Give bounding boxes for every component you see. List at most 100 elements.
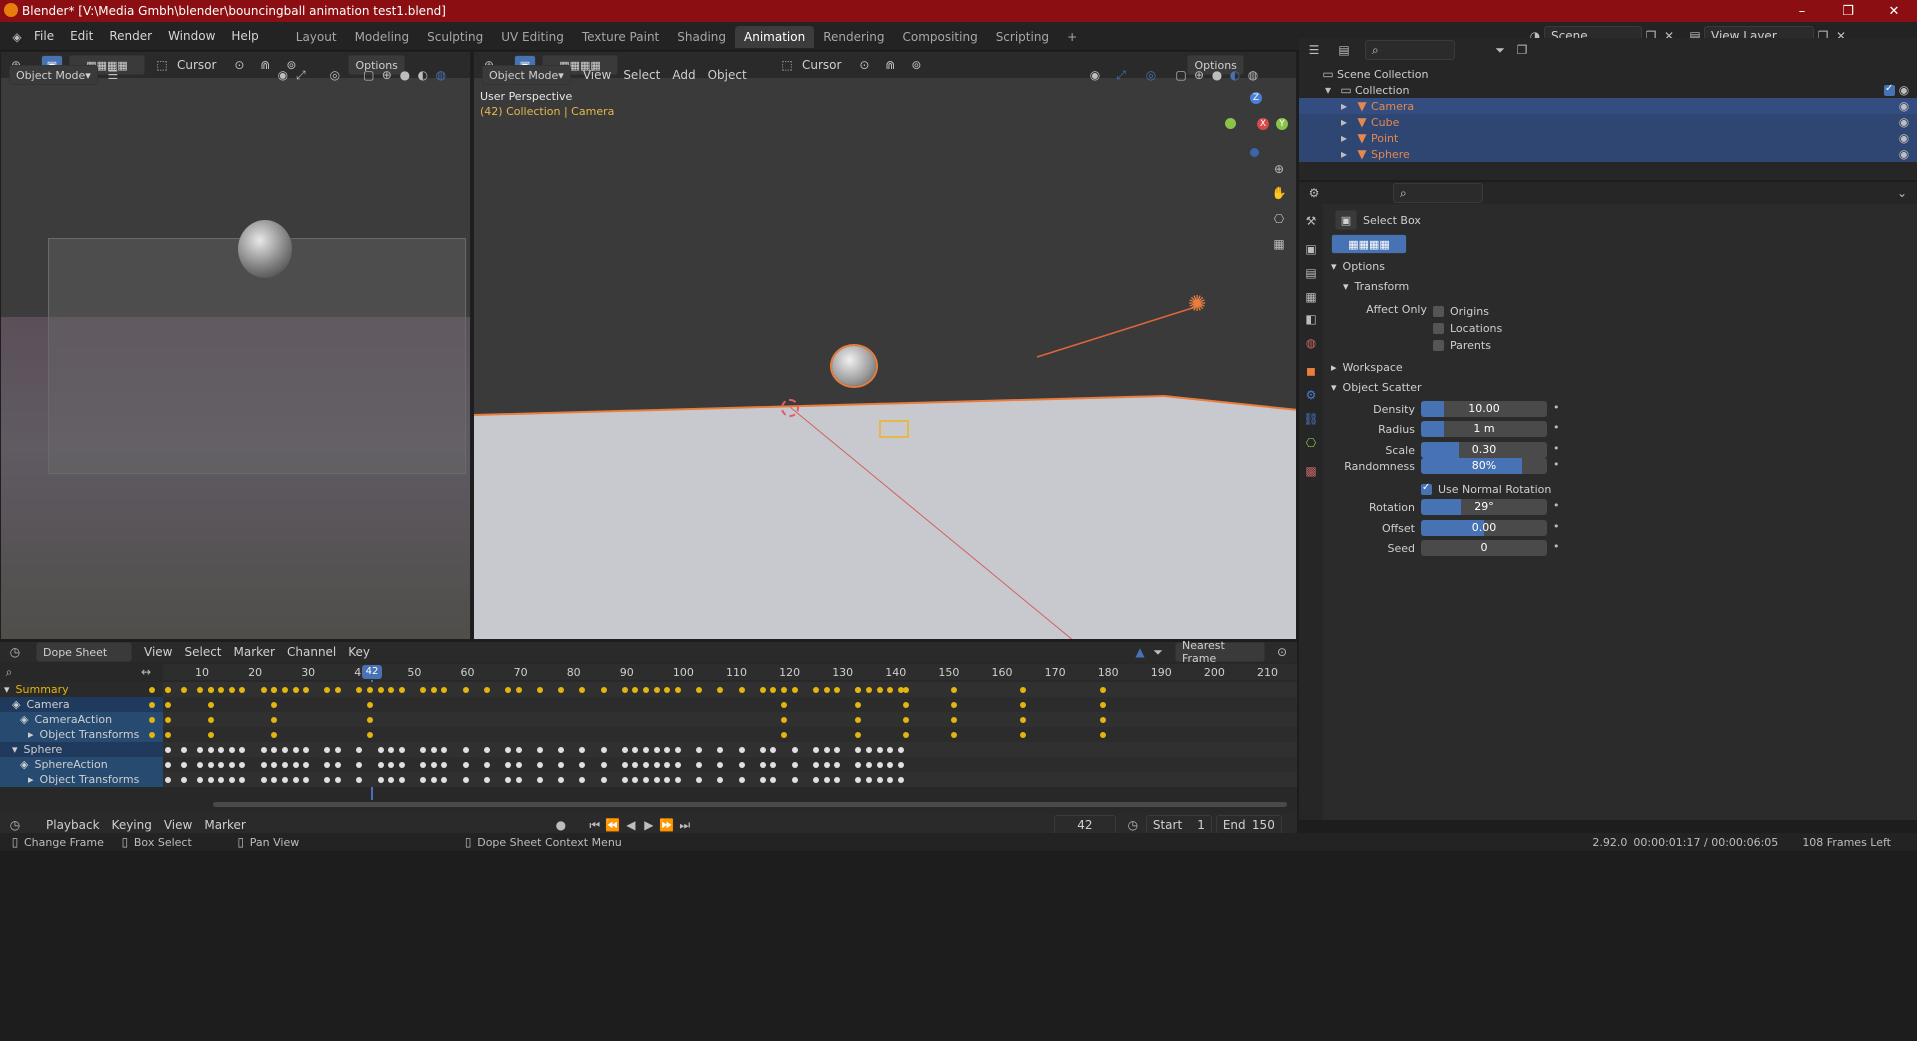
keyframe-marker[interactable] <box>398 777 405 783</box>
tab-animation[interactable]: Animation <box>735 26 815 48</box>
transform-panel-header[interactable]: ▾ Transform <box>1343 280 1409 293</box>
render-tab-icon[interactable]: ▣ <box>1302 240 1320 258</box>
keyframe-marker[interactable] <box>398 762 405 768</box>
keyframe-marker[interactable] <box>643 777 650 783</box>
light-object[interactable]: ✺ <box>1188 292 1206 317</box>
keyframe-marker[interactable] <box>812 687 819 693</box>
keyframe-marker[interactable] <box>643 747 650 753</box>
keyframe-marker[interactable] <box>759 777 766 783</box>
ds-channel-object-transforms[interactable]: ▸ Object Transforms <box>0 772 163 787</box>
keyframe-marker[interactable] <box>866 777 873 783</box>
outliner-item-camera[interactable]: ▸ ▼ Camera ◉ <box>1299 98 1917 114</box>
affect-parents-checkbox[interactable] <box>1433 339 1444 351</box>
material-shading-icon[interactable]: ◐ <box>414 66 432 84</box>
modifier-tab-icon[interactable]: ⚙ <box>1302 386 1320 404</box>
keyframe-dot-icon[interactable]: • <box>1553 421 1560 434</box>
keyframe-marker[interactable] <box>897 762 904 768</box>
wire-shading-icon[interactable]: ⊕ <box>378 66 396 84</box>
jump-end-icon[interactable]: ⏭ <box>676 816 694 834</box>
keyframe-marker[interactable] <box>621 777 628 783</box>
keyframe-marker[interactable] <box>207 717 214 723</box>
keyframe-marker[interactable] <box>515 762 522 768</box>
keyframe-marker[interactable] <box>197 777 203 783</box>
ds-filter-icon[interactable]: ⏷ <box>1149 643 1167 661</box>
keyframe-marker[interactable] <box>420 762 427 768</box>
keyframe-marker[interactable] <box>1020 702 1027 708</box>
keyframe-marker[interactable] <box>462 747 469 753</box>
keyframe-marker[interactable] <box>866 762 873 768</box>
tool-mode-icons[interactable]: ▦▦▦▦ <box>1331 234 1407 254</box>
tab--[interactable]: + <box>1058 26 1086 48</box>
play-back-icon[interactable]: ◀ <box>622 816 640 834</box>
keyframe-marker[interactable] <box>643 687 650 693</box>
affect-parents-row[interactable]: Parents <box>1433 337 1502 353</box>
keyframe-dot-icon[interactable]: • <box>1553 442 1560 455</box>
menu-edit[interactable]: Edit <box>62 22 101 51</box>
keyframe-marker[interactable] <box>335 777 342 783</box>
keyframe-marker[interactable] <box>377 777 384 783</box>
ds-track[interactable] <box>163 772 1297 787</box>
keyframe-marker[interactable] <box>515 687 522 693</box>
keyframe-marker[interactable] <box>600 687 607 693</box>
keyframe-marker[interactable] <box>621 762 628 768</box>
tl-menu-playback[interactable]: Playback <box>40 818 106 832</box>
keyframe-marker[interactable] <box>366 732 373 738</box>
menu-render[interactable]: Render <box>101 22 160 51</box>
ds-channel-sphereaction[interactable]: ◈ SphereAction <box>0 757 163 772</box>
tab-sculpting[interactable]: Sculpting <box>418 26 492 48</box>
ds-channel-sphere[interactable]: ▾ Sphere <box>0 742 163 757</box>
keyframe-marker[interactable] <box>366 702 373 708</box>
keyframe-marker[interactable] <box>504 777 511 783</box>
ds-menu-select[interactable]: Select <box>178 645 227 659</box>
ds-proportional-icon[interactable]: ⊙ <box>1273 643 1291 661</box>
ortho-toggle-icon[interactable]: ▦ <box>1270 235 1288 253</box>
keyframe-marker[interactable] <box>791 777 798 783</box>
gizmo-y[interactable]: Y <box>1276 118 1288 130</box>
keyframe-marker[interactable] <box>504 687 511 693</box>
keyframe-dot-icon[interactable]: • <box>1553 401 1560 414</box>
ds-snap-dropdown[interactable]: Nearest Frame <box>1175 639 1265 665</box>
keyframe-marker[interactable] <box>292 747 299 753</box>
keyframe-marker[interactable] <box>260 762 267 768</box>
keyframe-marker[interactable] <box>951 717 958 723</box>
visibility-icon[interactable]: ◉ <box>274 66 292 84</box>
keyframe-marker[interactable] <box>483 777 490 783</box>
play-icon[interactable]: ▶ <box>640 816 658 834</box>
field-density-slider[interactable]: 10.00 <box>1421 401 1547 417</box>
keyframe-marker[interactable] <box>1099 702 1106 708</box>
keyframe-marker[interactable] <box>462 762 469 768</box>
keyframe-marker[interactable] <box>228 747 235 753</box>
keyframe-marker[interactable] <box>738 762 745 768</box>
keyframe-marker[interactable] <box>335 762 342 768</box>
keyframe-marker[interactable] <box>292 777 299 783</box>
field-offset-slider[interactable]: 0.00 <box>1421 520 1547 536</box>
outliner-item-sphere[interactable]: ▸ ▼ Sphere ◉ <box>1299 146 1917 162</box>
keyframe-marker[interactable] <box>812 762 819 768</box>
keyframe-marker[interactable] <box>812 747 819 753</box>
keyframe-marker[interactable] <box>653 762 660 768</box>
keyframe-marker[interactable] <box>897 687 904 693</box>
keyframe-marker[interactable] <box>430 687 437 693</box>
outliner-search[interactable]: ⌕ <box>1365 40 1455 60</box>
tab-scripting[interactable]: Scripting <box>987 26 1058 48</box>
tl-editor-icon[interactable]: ◷ <box>6 816 24 834</box>
tl-menu-marker[interactable]: Marker <box>198 818 251 832</box>
outliner-eye-icon[interactable]: ◉ <box>1895 145 1913 163</box>
keyframe-marker[interactable] <box>643 762 650 768</box>
field-scale-slider[interactable]: 0.30 <box>1421 442 1547 458</box>
keyframe-marker[interactable] <box>398 747 405 753</box>
keyframe-marker[interactable] <box>207 762 214 768</box>
ds-scrollbar[interactable] <box>213 802 1287 807</box>
start-frame-field[interactable]: Start 1 <box>1145 815 1212 835</box>
channel-expand-icon[interactable]: ◈ <box>20 713 28 726</box>
keyframe-marker[interactable] <box>876 777 883 783</box>
props-editor-icon[interactable]: ⚙ <box>1305 184 1323 202</box>
outliner-item-cube[interactable]: ▸ ▼ Cube ◉ <box>1299 114 1917 130</box>
tab-layout[interactable]: Layout <box>287 26 346 48</box>
xray-icon[interactable]: ▢ <box>360 66 378 84</box>
keyframe-marker[interactable] <box>653 687 660 693</box>
scatter-panel-header[interactable]: ▾ Object Scatter <box>1331 381 1422 394</box>
tab-uv-editing[interactable]: UV Editing <box>492 26 573 48</box>
ds-menu-key[interactable]: Key <box>342 645 376 659</box>
ds-track[interactable] <box>163 757 1297 772</box>
